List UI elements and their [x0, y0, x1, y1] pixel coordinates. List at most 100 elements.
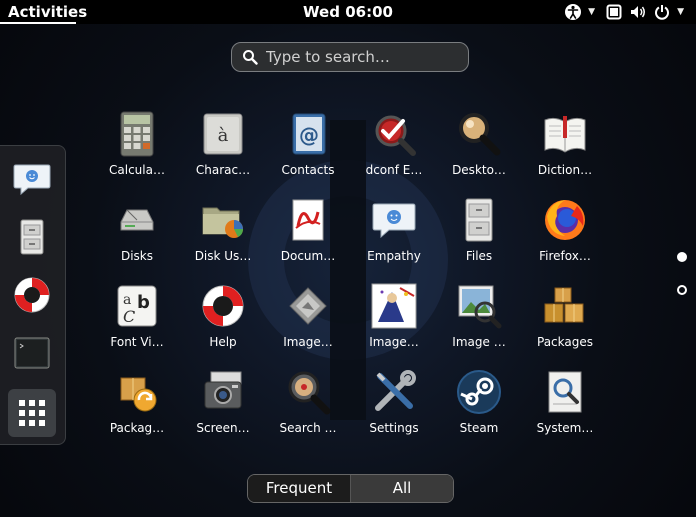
- packages-icon: [544, 287, 584, 323]
- characters-icon: à: [203, 113, 243, 155]
- terminal-icon: [14, 337, 50, 369]
- system-monitor-icon: [548, 371, 582, 413]
- svg-text:a: a: [123, 292, 131, 308]
- app-empathy[interactable]: Empathy: [352, 196, 436, 278]
- display-icon[interactable]: [605, 3, 623, 21]
- app-font-viewer[interactable]: abC Font Vi…: [95, 282, 179, 364]
- app-characters[interactable]: à Charac…: [181, 110, 265, 192]
- power-icon[interactable]: [653, 3, 671, 21]
- app-help[interactable]: Help: [181, 282, 265, 364]
- disks-icon: [120, 209, 154, 231]
- screenshot-icon: [204, 371, 242, 409]
- dconf-editor-icon: [375, 115, 416, 156]
- show-applications-button[interactable]: [8, 389, 56, 437]
- view-selector: Frequent All: [247, 474, 454, 503]
- app-disks[interactable]: Disks: [95, 196, 179, 278]
- app-label: Screen…: [196, 421, 250, 435]
- document-viewer-icon: [292, 199, 324, 241]
- app-search-tool[interactable]: Search …: [266, 368, 350, 450]
- volume-icon[interactable]: [629, 3, 647, 21]
- dash-item-files[interactable]: [8, 213, 56, 261]
- accessibility-icon[interactable]: [564, 3, 582, 21]
- app-gimp[interactable]: Image…: [352, 282, 436, 364]
- app-label: Deskto…: [452, 163, 506, 177]
- app-dconf-editor[interactable]: dconf E…: [352, 110, 436, 192]
- app-label: Image…: [283, 335, 333, 349]
- accessibility-menu-arrow-icon[interactable]: ▼: [588, 7, 595, 17]
- gimp-icon: [371, 283, 417, 329]
- dash-item-help[interactable]: [8, 271, 56, 319]
- app-label: Disk Us…: [194, 249, 252, 263]
- app-calculator[interactable]: Calcula…: [95, 110, 179, 192]
- app-label: Firefox…: [539, 249, 591, 263]
- desktop-search-icon: [459, 113, 501, 156]
- app-label: Disks: [120, 249, 154, 263]
- package-updater-icon: [120, 377, 157, 412]
- app-label: Settings: [369, 421, 419, 435]
- disk-usage-icon: [202, 207, 243, 238]
- app-label: Packag…: [109, 421, 165, 435]
- search-input[interactable]: [264, 47, 458, 67]
- app-desktop-search[interactable]: Deskto…: [437, 110, 521, 192]
- app-label: Empathy: [367, 249, 421, 263]
- app-label: Docum…: [280, 249, 336, 263]
- system-tray: ▼ ▼: [564, 2, 688, 22]
- app-label: Steam: [459, 421, 499, 435]
- svg-text:C: C: [123, 307, 135, 326]
- dash-item-empathy[interactable]: [8, 155, 56, 203]
- search-tool-icon: [288, 371, 331, 415]
- app-dictionary[interactable]: Diction…: [523, 110, 607, 192]
- app-settings[interactable]: Settings: [352, 368, 436, 450]
- app-packages[interactable]: Packages: [523, 282, 607, 364]
- font-viewer-icon: a bC: [117, 285, 157, 327]
- app-firefox[interactable]: Firefox…: [523, 196, 607, 278]
- app-package-updater[interactable]: Packag…: [95, 368, 179, 450]
- files-icon: [465, 198, 493, 242]
- system-menu-arrow-icon[interactable]: ▼: [677, 7, 684, 17]
- app-disk-usage[interactable]: Disk Us…: [181, 196, 265, 278]
- page-indicator-2[interactable]: [677, 285, 687, 295]
- app-image-browser[interactable]: Image …: [437, 282, 521, 364]
- settings-icon: [375, 370, 416, 411]
- contacts-icon: @: [292, 113, 326, 155]
- app-contacts[interactable]: @ Contacts: [266, 110, 350, 192]
- dash: [0, 145, 66, 445]
- svg-text:à: à: [218, 125, 229, 146]
- app-screenshot[interactable]: Screen…: [181, 368, 265, 450]
- dictionary-icon: [544, 116, 586, 153]
- steam-icon: [457, 370, 501, 414]
- app-label: Contacts: [281, 163, 335, 177]
- app-label: Calcula…: [109, 163, 165, 177]
- app-label: System…: [536, 421, 594, 435]
- top-bar: Activities Wed 06:00 ▼ ▼: [0, 0, 696, 24]
- app-steam[interactable]: Steam: [437, 368, 521, 450]
- app-label: Files: [465, 249, 493, 263]
- show-apps-icon: [19, 400, 45, 426]
- dash-item-terminal[interactable]: [8, 329, 56, 377]
- search-icon: [243, 50, 258, 65]
- app-document-viewer[interactable]: Docum…: [266, 196, 350, 278]
- app-label: Font Vi…: [110, 335, 164, 349]
- app-label: dconf E…: [365, 163, 423, 177]
- empathy-icon: [13, 164, 51, 196]
- app-image-viewer[interactable]: Image…: [266, 282, 350, 364]
- activities-underline: [0, 22, 76, 24]
- app-label: Image …: [452, 335, 506, 349]
- app-label: Help: [209, 335, 237, 349]
- all-button[interactable]: All: [351, 475, 453, 502]
- help-icon: [202, 285, 244, 327]
- page-indicator-1[interactable]: [677, 252, 687, 262]
- app-system-monitor[interactable]: System…: [523, 368, 607, 450]
- app-label: Diction…: [537, 163, 593, 177]
- app-label: Packages: [537, 335, 593, 349]
- svg-text:@: @: [299, 123, 319, 147]
- empathy-icon: [372, 203, 416, 239]
- files-icon: [20, 219, 44, 255]
- firefox-icon: [545, 200, 585, 240]
- search-box[interactable]: [231, 42, 469, 72]
- image-browser-icon: [458, 285, 502, 329]
- app-files[interactable]: Files: [437, 196, 521, 278]
- app-label: Image…: [369, 335, 419, 349]
- calculator-icon: [120, 111, 154, 157]
- frequent-button[interactable]: Frequent: [248, 475, 351, 502]
